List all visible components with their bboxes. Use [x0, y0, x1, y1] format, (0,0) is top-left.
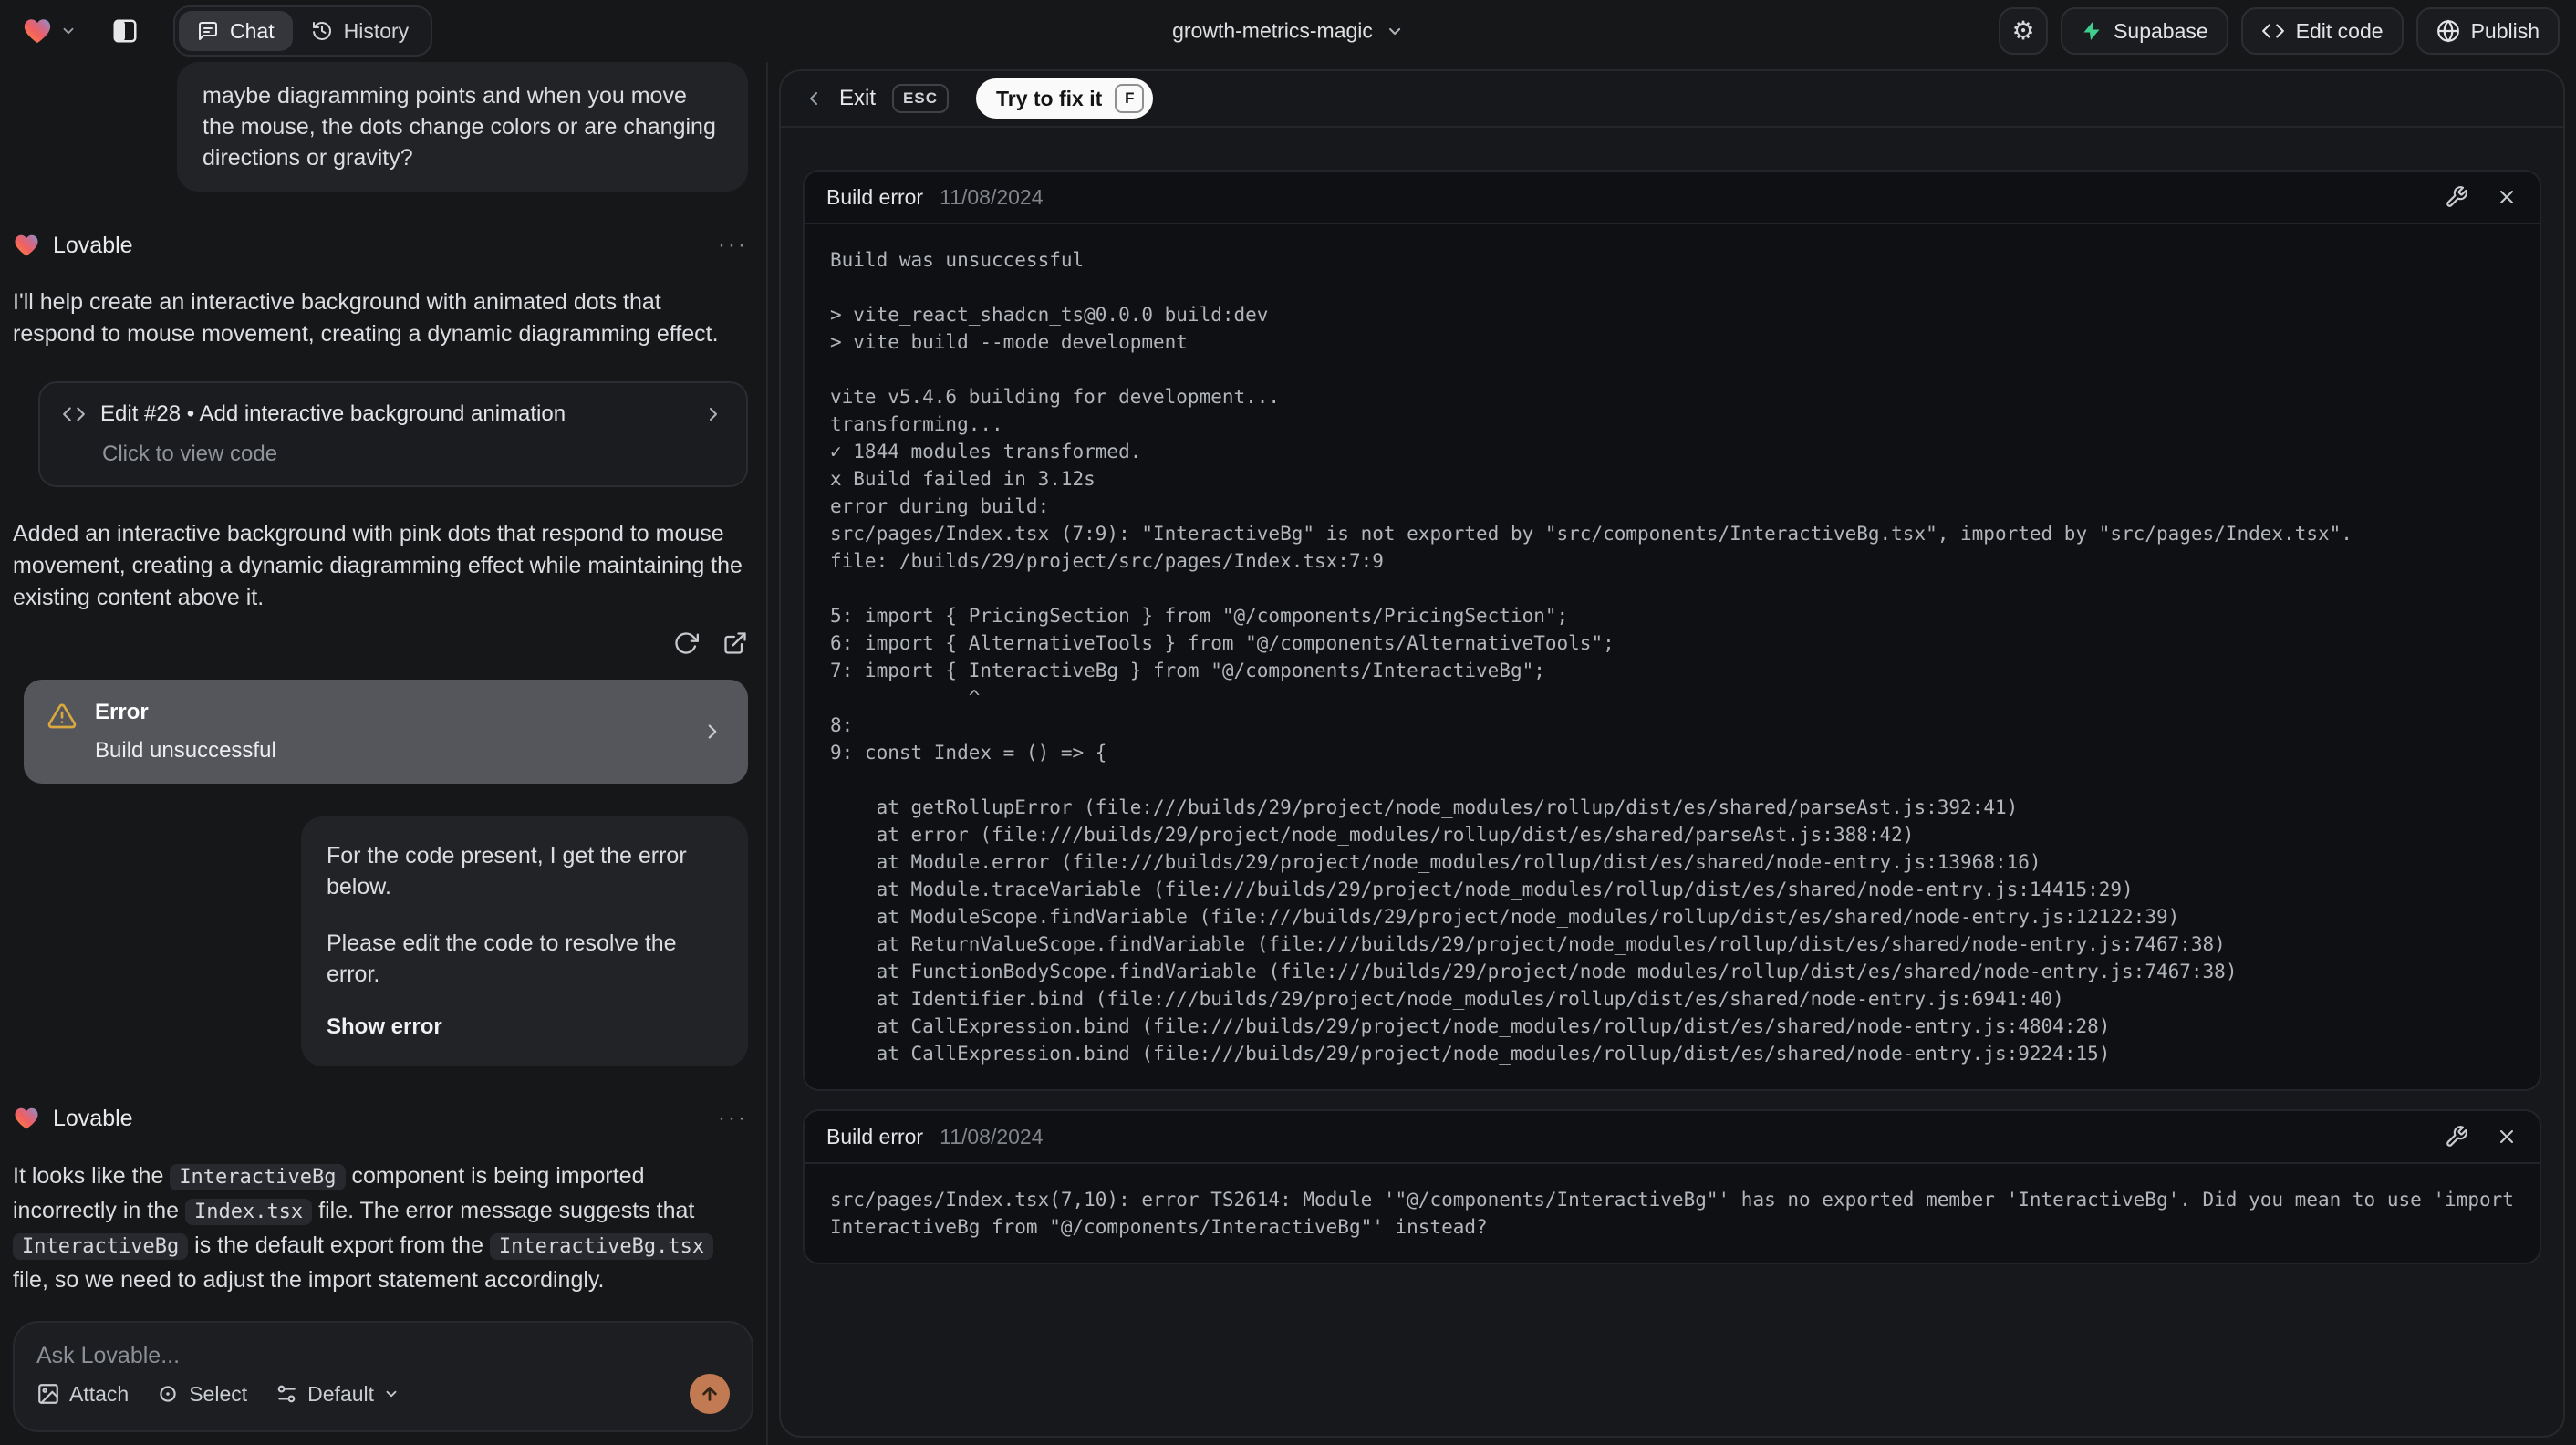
supabase-bolt-icon — [2081, 20, 2103, 42]
message-actions — [13, 630, 748, 656]
error-card-title: Error — [95, 700, 149, 724]
chat-bubble-icon — [197, 20, 219, 42]
assistant-message: I'll help create an interactive backgrou… — [13, 289, 719, 347]
supabase-button[interactable]: Supabase — [2061, 7, 2228, 55]
history-icon — [311, 20, 333, 42]
chevron-down-icon — [1386, 22, 1404, 40]
publish-button[interactable]: Publish — [2415, 7, 2560, 55]
mode-label: Default — [307, 1381, 375, 1406]
settings-button[interactable]: ⚙ — [1999, 7, 2049, 55]
chevron-down-icon — [60, 23, 77, 39]
panel-header: Build error 11/08/2024 — [805, 172, 2540, 224]
chat-composer: Attach Select Default — [13, 1321, 753, 1432]
build-error-panel-1: Build error 11/08/2024 Build was unsucce… — [803, 170, 2541, 1091]
select-target-icon — [156, 1382, 180, 1406]
project-name: growth-metrics-magic — [1172, 18, 1373, 43]
attach-button[interactable]: Attach — [36, 1382, 129, 1407]
fix-label: Try to fix it — [995, 86, 1103, 110]
lovable-logo-menu[interactable] — [22, 16, 77, 47]
restore-icon[interactable] — [673, 630, 699, 656]
tab-chat-label: Chat — [230, 18, 275, 43]
select-button[interactable]: Select — [156, 1382, 247, 1407]
overlay-header: Exit ESC Try to fix it F — [781, 71, 2563, 128]
edit-card-subtitle: Click to view code — [102, 442, 278, 466]
gear-icon: ⚙ — [2011, 16, 2035, 45]
select-label: Select — [189, 1381, 248, 1406]
mode-selector[interactable]: Default — [275, 1382, 400, 1407]
supabase-label: Supabase — [2114, 18, 2208, 43]
top-bar: Chat History growth-metrics-magic ⚙ Supa… — [0, 0, 2576, 62]
toggle-sidebar-button[interactable] — [100, 7, 150, 55]
publish-label: Publish — [2470, 18, 2540, 43]
user-message: maybe diagramming points and when you mo… — [177, 62, 748, 192]
try-to-fix-button[interactable]: Try to fix it F — [975, 78, 1154, 119]
lovable-heart-icon — [13, 1105, 40, 1132]
lovable-app: Chat History growth-metrics-magic ⚙ Supa… — [0, 0, 2576, 1445]
warning-triangle-icon — [47, 702, 77, 731]
user-message-text: For the code present, I get the error be… — [327, 843, 687, 899]
close-icon[interactable] — [2496, 1126, 2518, 1148]
sliders-icon — [275, 1382, 298, 1406]
user-message-text: Please edit the code to resolve the erro… — [327, 930, 677, 987]
exit-label: Exit — [839, 86, 877, 110]
arrow-up-icon — [700, 1384, 720, 1404]
f-key-badge: F — [1115, 84, 1145, 113]
chat-history-tabs: Chat History — [173, 5, 433, 57]
assistant-message: Added an interactive background with pin… — [13, 521, 743, 610]
code-brackets-icon — [2261, 19, 2285, 43]
panel-title: Build error — [826, 1124, 924, 1149]
assistant-name: Lovable — [53, 1105, 133, 1131]
message-menu-button[interactable]: ··· — [718, 1106, 748, 1131]
error-card-subtitle: Build unsuccessful — [95, 738, 276, 763]
edit-code-button[interactable]: Edit code — [2240, 7, 2404, 55]
send-button[interactable] — [690, 1374, 730, 1414]
fix-wrench-icon[interactable] — [2445, 1125, 2468, 1149]
message-menu-button[interactable]: ··· — [718, 233, 748, 258]
assistant-message: It looks like the InteractiveBg componen… — [13, 1159, 748, 1297]
open-external-icon[interactable] — [722, 630, 748, 656]
assistant-name: Lovable — [53, 232, 133, 258]
top-bar-actions: ⚙ Supabase Edit code Publish — [1999, 7, 2560, 55]
panel-date: 11/08/2024 — [940, 184, 1044, 209]
panel-title: Build error — [826, 184, 924, 209]
lovable-heart-logo-icon — [22, 16, 53, 47]
panel-left-icon — [111, 17, 139, 45]
user-message-text: maybe diagramming points and when you mo… — [203, 83, 716, 171]
build-log: Build was unsuccessful > vite_react_shad… — [830, 249, 2353, 1065]
edit-code-label: Edit code — [2295, 18, 2384, 43]
chat-input[interactable] — [36, 1343, 730, 1374]
show-error-link[interactable]: Show error — [327, 1012, 722, 1043]
assistant-header: Lovable ··· — [13, 232, 748, 259]
edit-card-28[interactable]: Edit #28 • Add interactive background an… — [38, 381, 748, 487]
globe-icon — [2436, 19, 2460, 43]
exit-button[interactable]: Exit — [803, 86, 876, 111]
assistant-header: Lovable ··· — [13, 1105, 748, 1132]
project-switcher[interactable]: growth-metrics-magic — [1172, 19, 1404, 44]
error-overlay: Exit ESC Try to fix it F Build error 11/… — [779, 69, 2565, 1438]
chevron-right-icon — [702, 403, 724, 425]
tab-history-label: History — [343, 18, 410, 43]
esc-key-badge: ESC — [892, 84, 949, 113]
chevron-down-icon — [383, 1386, 400, 1402]
tab-chat[interactable]: Chat — [179, 11, 293, 51]
build-error-panel-2: Build error 11/08/2024 src/pages/Index.t… — [803, 1109, 2541, 1264]
panel-header: Build error 11/08/2024 — [805, 1111, 2540, 1164]
user-message: For the code present, I get the error be… — [301, 816, 748, 1066]
code-brackets-icon — [62, 402, 86, 426]
tab-history[interactable]: History — [293, 11, 428, 51]
chat-panel: maybe diagramming points and when you mo… — [0, 62, 768, 1445]
lovable-heart-icon — [13, 232, 40, 259]
close-icon[interactable] — [2496, 186, 2518, 208]
panel-date: 11/08/2024 — [940, 1124, 1044, 1149]
build-error-card[interactable]: Error Build unsuccessful — [24, 680, 748, 784]
chat-message-list[interactable]: maybe diagramming points and when you mo… — [0, 62, 766, 1306]
edit-card-title: Edit #28 • Add interactive background an… — [100, 401, 566, 426]
build-log: src/pages/Index.tsx(7,10): error TS2614:… — [830, 1189, 2526, 1238]
fix-wrench-icon[interactable] — [2445, 185, 2468, 209]
chevron-left-icon — [803, 88, 825, 109]
attach-label: Attach — [69, 1381, 130, 1406]
chevron-right-icon — [701, 720, 724, 743]
attach-image-icon — [36, 1382, 60, 1406]
